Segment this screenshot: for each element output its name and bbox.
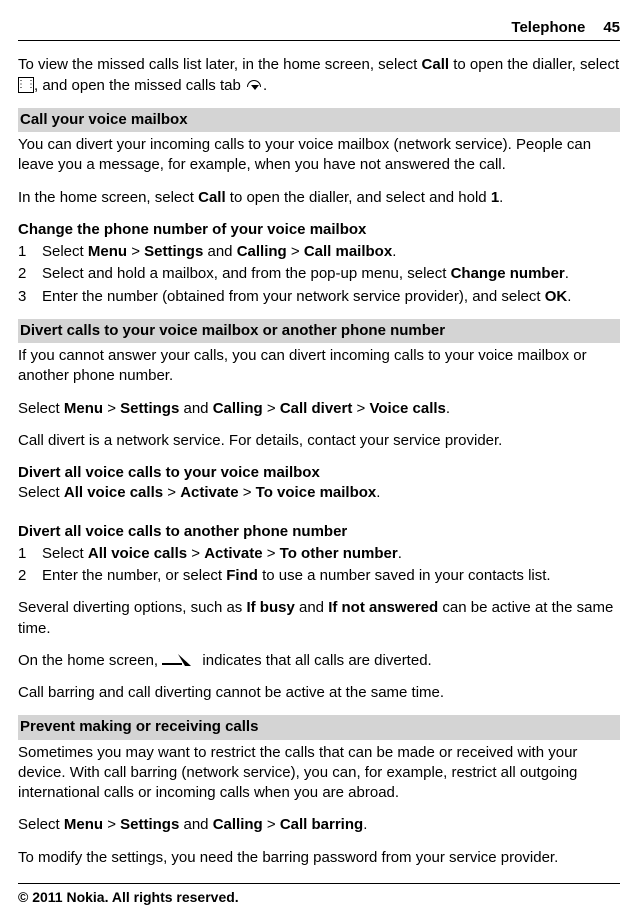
subhead-divert-all-other: Divert all voice calls to another phone … [18,522,620,542]
prevent-p3: To modify the settings, you need the bar… [18,848,620,868]
voicemail-p2: In the home screen, select Call to open … [18,188,620,208]
missed-calls-icon [245,77,263,93]
step-other-1: 1 Select All voice calls > Activate > To… [18,544,620,564]
prevent-p2: Select Menu > Settings and Calling > Cal… [18,815,620,835]
options-p2: On the home screen, indicates that all c… [18,651,620,671]
divert-p1: If you cannot answer your calls, you can… [18,346,620,387]
step-1: 1 Select Menu > Settings and Calling > C… [18,242,620,262]
subhead-divert-all-mailbox: Divert all voice calls to your voice mai… [18,463,620,483]
step-3: 3 Enter the number (obtained from your n… [18,287,620,307]
divert-all-mailbox-p1: Select All voice calls > Activate > To v… [18,483,620,503]
section-call-voice-mailbox: Call your voice mailbox [18,108,620,132]
page-header: Telephone 45 [18,18,620,41]
divert-p2: Select Menu > Settings and Calling > Cal… [18,399,620,419]
section-prevent-calls: Prevent making or receiving calls [18,715,620,739]
step-2: 2 Select and hold a mailbox, and from th… [18,264,620,284]
intro-paragraph: To view the missed calls list later, in … [18,55,620,96]
prevent-p1: Sometimes you may want to restrict the c… [18,743,620,804]
divert-indicator-icon [162,653,198,667]
section-divert-calls: Divert calls to your voice mailbox or an… [18,319,620,343]
header-section: Telephone [511,19,585,36]
footer-copyright: © 2011 Nokia. All rights reserved. [18,883,620,907]
options-icon: ⋮⋮ [18,77,34,93]
subhead-change-number: Change the phone number of your voice ma… [18,220,620,240]
header-page-number: 45 [603,19,620,36]
page-content: Telephone 45 To view the missed calls lis… [0,0,638,868]
divert-p3: Call divert is a network service. For de… [18,431,620,451]
options-p1: Several diverting options, such as If bu… [18,598,620,639]
step-other-2: 2 Enter the number, or select Find to us… [18,566,620,586]
options-p3: Call barring and call diverting cannot b… [18,683,620,703]
voicemail-p1: You can divert your incoming calls to yo… [18,135,620,176]
